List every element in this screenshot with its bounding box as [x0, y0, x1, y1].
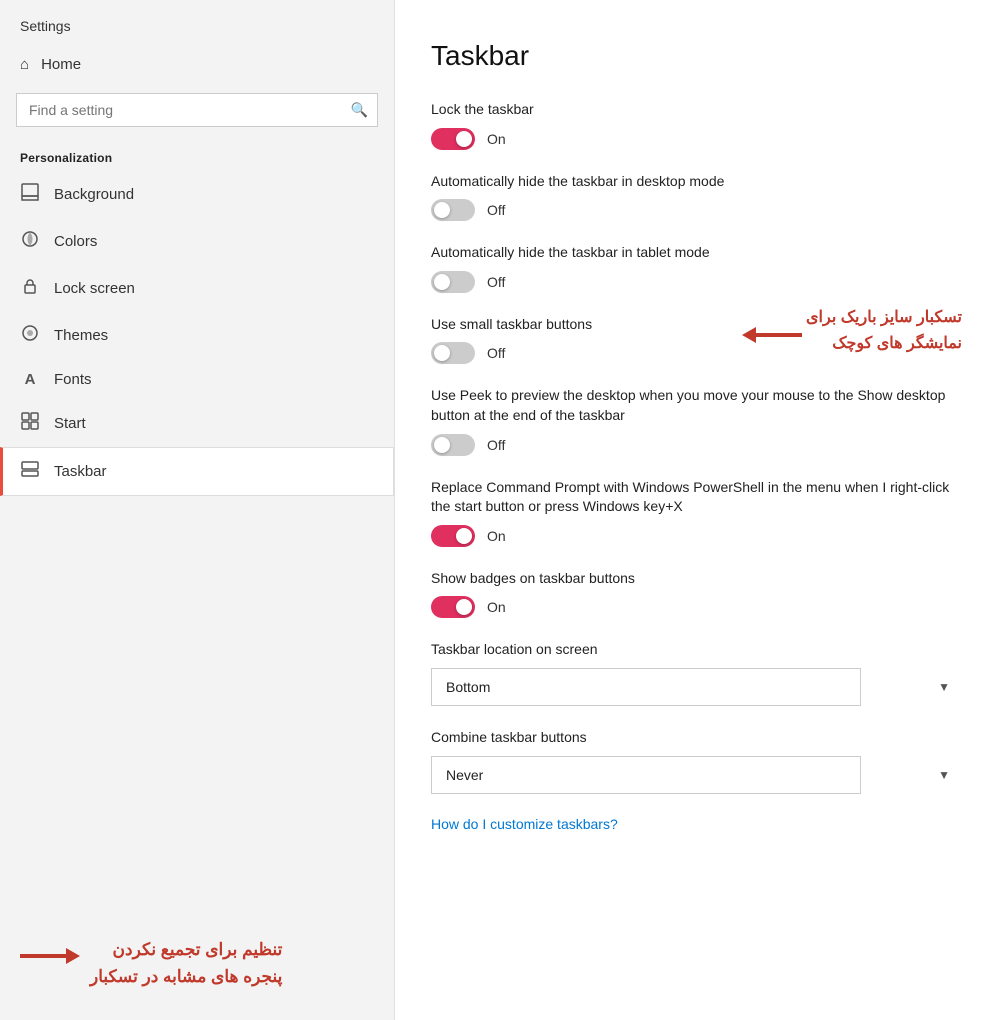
- colors-icon: [20, 230, 40, 253]
- annotation-text-fa: تنظیم برای تجمیع نکردن پنجره های مشابه د…: [90, 936, 282, 990]
- lock-taskbar-label: Lock the taskbar: [431, 100, 962, 120]
- themes-icon: [20, 324, 40, 347]
- annotation-fa-right: تسکبار سایز باریک برای نمایشگر های کوچک: [806, 305, 962, 358]
- location-select-arrow: ▼: [938, 680, 950, 694]
- badges-thumb: [456, 599, 472, 615]
- search-input[interactable]: [16, 93, 378, 127]
- sidebar: Settings ⌂ Home 🔍 Personalization Backgr…: [0, 0, 395, 1020]
- combine-label: Combine taskbar buttons: [431, 728, 962, 748]
- peek-thumb: [434, 437, 450, 453]
- setting-badges: Show badges on taskbar buttons On: [431, 569, 962, 619]
- peek-track: [431, 434, 475, 456]
- powershell-thumb: [456, 528, 472, 544]
- lock-icon: [20, 277, 40, 300]
- peek-label: Use Peek to preview the desktop when you…: [431, 386, 962, 425]
- combine-select[interactable]: Never Always, hide labels When taskbar i…: [431, 756, 861, 794]
- setting-small-buttons: Use small taskbar buttons Off: [431, 315, 962, 365]
- sidebar-item-background[interactable]: Background: [0, 171, 394, 218]
- sidebar-item-label: Start: [54, 415, 86, 432]
- badges-label: Show badges on taskbar buttons: [431, 569, 962, 589]
- home-icon: ⌂: [20, 56, 29, 73]
- setting-lock-taskbar: Lock the taskbar On: [431, 100, 962, 150]
- peek-value: Off: [487, 437, 505, 453]
- sidebar-annotation: تنظیم برای تجمیع نکردن پنجره های مشابه د…: [0, 920, 394, 1020]
- powershell-label: Replace Command Prompt with Windows Powe…: [431, 478, 962, 517]
- sidebar-item-colors[interactable]: Colors: [0, 218, 394, 265]
- powershell-toggle[interactable]: [431, 525, 475, 547]
- small-buttons-track: [431, 342, 475, 364]
- setting-powershell: Replace Command Prompt with Windows Powe…: [431, 478, 962, 547]
- sidebar-item-label: Background: [54, 186, 134, 203]
- taskbar-icon: [20, 460, 40, 483]
- small-btn-arrow-left: [732, 321, 802, 349]
- badges-toggle[interactable]: [431, 596, 475, 618]
- hide-desktop-label: Automatically hide the taskbar in deskto…: [431, 172, 962, 192]
- powershell-track: [431, 525, 475, 547]
- combine-select-wrap: Never Always, hide labels When taskbar i…: [431, 756, 962, 794]
- sidebar-home-item[interactable]: ⌂ Home: [0, 44, 394, 85]
- badges-value: On: [487, 599, 506, 615]
- location-label: Taskbar location on screen: [431, 640, 962, 660]
- location-select[interactable]: Bottom Top Left Right: [431, 668, 861, 706]
- main-content: Taskbar Lock the taskbar On Automaticall…: [395, 0, 998, 1020]
- sidebar-item-lock-screen[interactable]: Lock screen: [0, 265, 394, 312]
- hide-tablet-value: Off: [487, 274, 505, 290]
- page-title: Taskbar: [431, 40, 962, 72]
- hide-desktop-thumb: [434, 202, 450, 218]
- start-icon: [20, 412, 40, 435]
- setting-peek: Use Peek to preview the desktop when you…: [431, 386, 962, 455]
- hide-tablet-label: Automatically hide the taskbar in tablet…: [431, 243, 962, 263]
- fonts-icon: A: [20, 371, 40, 388]
- setting-hide-desktop: Automatically hide the taskbar in deskto…: [431, 172, 962, 222]
- customize-link[interactable]: How do I customize taskbars?: [431, 816, 618, 832]
- search-icon: 🔍: [351, 102, 368, 119]
- hide-desktop-toggle[interactable]: [431, 199, 475, 221]
- lock-taskbar-thumb: [456, 131, 472, 147]
- small-buttons-value: Off: [487, 345, 505, 361]
- sidebar-item-label: Themes: [54, 327, 108, 344]
- personalization-section-title: Personalization: [0, 143, 394, 171]
- peek-toggle[interactable]: [431, 434, 475, 456]
- badges-track: [431, 596, 475, 618]
- hide-desktop-value: Off: [487, 202, 505, 218]
- small-buttons-thumb: [434, 345, 450, 361]
- lock-taskbar-value: On: [487, 131, 506, 147]
- sidebar-item-label: Colors: [54, 233, 97, 250]
- sidebar-item-label: Lock screen: [54, 280, 135, 297]
- sidebar-item-themes[interactable]: Themes: [0, 312, 394, 359]
- setting-location: Taskbar location on screen Bottom Top Le…: [431, 640, 962, 706]
- lock-taskbar-toggle[interactable]: [431, 128, 475, 150]
- search-container: 🔍: [16, 93, 378, 127]
- sidebar-item-start[interactable]: Start: [0, 400, 394, 447]
- setting-hide-tablet: Automatically hide the taskbar in tablet…: [431, 243, 962, 293]
- sidebar-item-label: Taskbar: [54, 463, 107, 480]
- background-icon: [20, 183, 40, 206]
- settings-title: Settings: [0, 0, 394, 44]
- hide-tablet-thumb: [434, 274, 450, 290]
- sidebar-item-label: Fonts: [54, 371, 92, 388]
- annotation-arrow-right: [20, 942, 80, 970]
- hide-tablet-track: [431, 271, 475, 293]
- lock-taskbar-track: [431, 128, 475, 150]
- location-select-wrap: Bottom Top Left Right ▼: [431, 668, 962, 706]
- powershell-value: On: [487, 528, 506, 544]
- hide-desktop-track: [431, 199, 475, 221]
- customize-link-row: How do I customize taskbars?: [431, 816, 962, 834]
- combine-select-arrow: ▼: [938, 768, 950, 782]
- setting-combine: Combine taskbar buttons Never Always, hi…: [431, 728, 962, 794]
- sidebar-item-taskbar[interactable]: Taskbar: [0, 447, 394, 496]
- small-buttons-toggle[interactable]: [431, 342, 475, 364]
- hide-tablet-toggle[interactable]: [431, 271, 475, 293]
- home-label: Home: [41, 56, 81, 73]
- sidebar-item-fonts[interactable]: A Fonts: [0, 359, 394, 400]
- small-buttons-label: Use small taskbar buttons: [431, 315, 722, 335]
